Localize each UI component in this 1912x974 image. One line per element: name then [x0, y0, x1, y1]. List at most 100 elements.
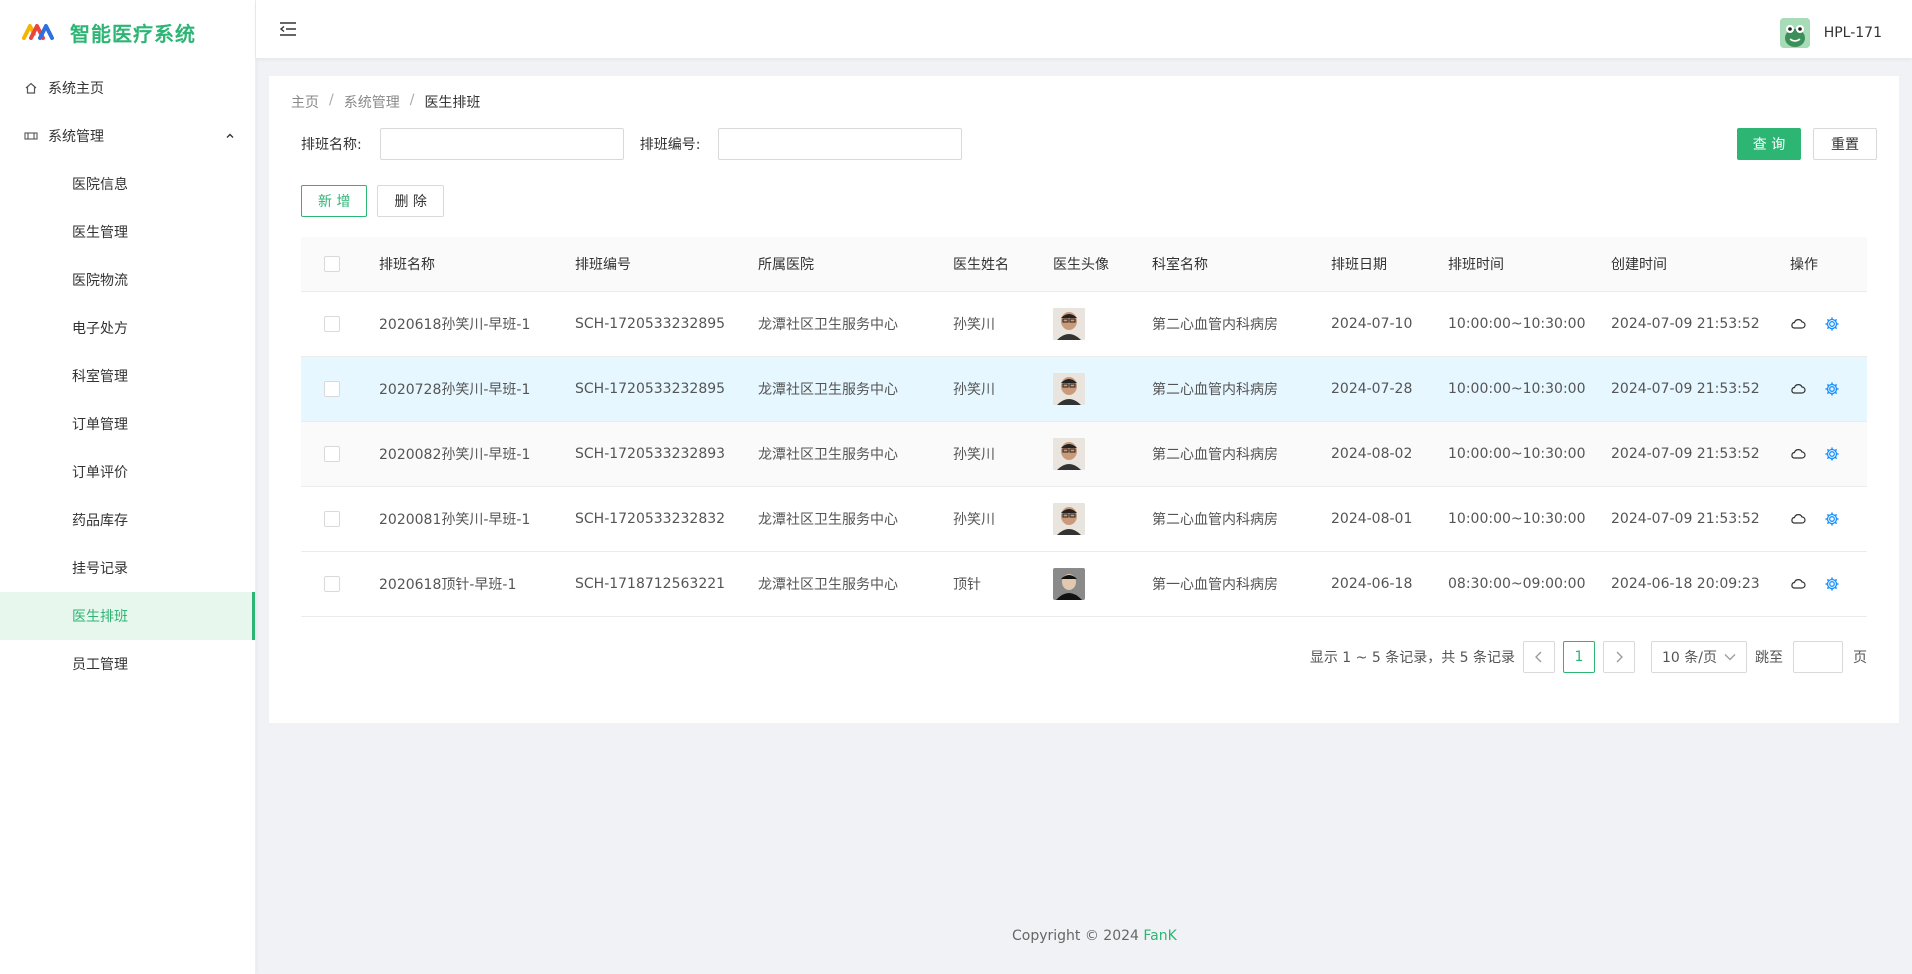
- row-checkbox[interactable]: [324, 380, 340, 397]
- cell-hospital: 龙潭社区卫生服务中心: [758, 486, 953, 552]
- cell-photo: [1053, 486, 1152, 552]
- table-row[interactable]: 2020728孙笑川-早班-1 SCH-1720533232895 龙潭社区卫生…: [301, 356, 1867, 422]
- schedule-code-input[interactable]: [718, 128, 963, 160]
- reset-button[interactable]: 重置: [1813, 128, 1877, 160]
- col-header: 科室名称: [1152, 237, 1331, 292]
- doctor-photo: [1053, 567, 1085, 600]
- cell-code: SCH-1720533232832: [575, 486, 758, 552]
- breadcrumb-separator: /: [409, 92, 415, 108]
- cell-hospital: 龙潭社区卫生服务中心: [758, 356, 953, 422]
- jump-page-input[interactable]: [1793, 641, 1843, 673]
- cell-time: 08:30:00~09:00:00: [1448, 551, 1611, 617]
- cell-ops: [1790, 291, 1867, 357]
- cell-code: SCH-1720533232895: [575, 356, 758, 422]
- sidebar-item-label: 医院信息: [72, 177, 128, 193]
- sidebar-item-order-manage[interactable]: 订单管理: [0, 400, 255, 448]
- cloud-icon[interactable]: [1790, 446, 1806, 462]
- cell-created: 2024-07-09 21:53:52: [1611, 486, 1790, 552]
- breadcrumb-home[interactable]: 主页: [291, 92, 319, 112]
- row-checkbox[interactable]: [324, 510, 340, 527]
- sidebar-submenu: 医院信息 医生管理 医院物流 电子处方 科室管理 订单管理 订单评价 药品库存 …: [0, 160, 255, 688]
- top-header: HPL-171: [256, 0, 1912, 58]
- table-row[interactable]: 2020618顶针-早班-1 SCH-1718712563221 龙潭社区卫生服…: [301, 551, 1867, 617]
- sidebar-item-doctor-manage[interactable]: 医生管理: [0, 208, 255, 256]
- sidebar-item-label: 医生排班: [72, 609, 128, 625]
- menu-fold-icon[interactable]: [278, 20, 298, 38]
- add-button[interactable]: 新 增: [301, 185, 368, 217]
- sidebar-item-staff-manage[interactable]: 员工管理: [0, 640, 255, 688]
- row-checkbox[interactable]: [324, 315, 340, 332]
- cell-time: 10:00:00~10:30:00: [1448, 356, 1611, 422]
- gear-icon[interactable]: [1824, 446, 1840, 462]
- sidebar-item-prescription[interactable]: 电子处方: [0, 304, 255, 352]
- username: HPL-171: [1823, 25, 1882, 41]
- sidebar-item-label: 员工管理: [72, 657, 128, 673]
- cloud-icon[interactable]: [1790, 316, 1806, 332]
- cell-dept: 第二心血管内科病房: [1152, 486, 1331, 552]
- app-title: 智能医疗系统: [70, 21, 196, 46]
- query-button[interactable]: 查 询: [1737, 128, 1801, 160]
- cell-time: 10:00:00~10:30:00: [1448, 291, 1611, 357]
- breadcrumb-section[interactable]: 系统管理: [344, 92, 400, 112]
- delete-button[interactable]: 删 除: [377, 185, 444, 217]
- page-number-button[interactable]: 1: [1563, 641, 1595, 673]
- doctor-photo: [1053, 437, 1085, 470]
- gear-icon[interactable]: [1824, 381, 1840, 397]
- copyright-brand[interactable]: FanK: [1143, 928, 1176, 944]
- col-header: 排班编号: [575, 237, 758, 292]
- sidebar-item-order-review[interactable]: 订单评价: [0, 448, 255, 496]
- chevron-right-icon: [1616, 651, 1623, 663]
- prev-page-button[interactable]: [1523, 641, 1555, 673]
- col-header: 排班时间: [1448, 237, 1611, 292]
- col-header: 所属医院: [758, 237, 953, 292]
- breadcrumb: 主页 / 系统管理 / 医生排班: [291, 92, 480, 112]
- cell-code: SCH-1720533232893: [575, 421, 758, 487]
- schedule-name-input[interactable]: [379, 128, 624, 160]
- table-row[interactable]: 2020081孙笑川-早班-1 SCH-1720533232832 龙潭社区卫生…: [301, 486, 1867, 552]
- row-checkbox[interactable]: [324, 445, 340, 462]
- cell-created: 2024-07-09 21:53:52: [1611, 356, 1790, 422]
- row-select-cell: [301, 486, 379, 552]
- row-checkbox[interactable]: [324, 575, 340, 592]
- sidebar-item-dept-manage[interactable]: 科室管理: [0, 352, 255, 400]
- chevron-left-icon: [1535, 651, 1542, 663]
- cell-dept: 第一心血管内科病房: [1152, 551, 1331, 617]
- sidebar-item-label: 订单管理: [72, 417, 128, 433]
- next-page-button[interactable]: [1603, 641, 1635, 673]
- sidebar-item-registration[interactable]: 挂号记录: [0, 544, 255, 592]
- doctor-photo: [1053, 372, 1085, 405]
- cell-time: 10:00:00~10:30:00: [1448, 421, 1611, 487]
- gear-icon[interactable]: [1824, 316, 1840, 332]
- cell-photo: [1053, 551, 1152, 617]
- select-all-cell: [301, 237, 379, 292]
- table-row[interactable]: 2020618孙笑川-早班-1 SCH-1720533232895 龙潭社区卫生…: [301, 291, 1867, 357]
- col-header: 排班日期: [1331, 237, 1448, 292]
- sidebar-item-hospital-info[interactable]: 医院信息: [0, 160, 255, 208]
- cell-date: 2024-08-01: [1331, 486, 1448, 552]
- cell-ops: [1790, 421, 1867, 487]
- select-all-checkbox[interactable]: [324, 255, 340, 272]
- table-row[interactable]: 2020082孙笑川-早班-1 SCH-1720533232893 龙潭社区卫生…: [301, 421, 1867, 487]
- sidebar-item-drug-stock[interactable]: 药品库存: [0, 496, 255, 544]
- cloud-icon[interactable]: [1790, 511, 1806, 527]
- cell-created: 2024-07-09 21:53:52: [1611, 291, 1790, 357]
- page-size-select[interactable]: 10 条/页: [1651, 641, 1747, 673]
- user-menu[interactable]: HPL-171: [1779, 18, 1882, 48]
- row-select-cell: [301, 356, 379, 422]
- gear-icon[interactable]: [1824, 576, 1840, 592]
- sidebar-item-logistics[interactable]: 医院物流: [0, 256, 255, 304]
- breadcrumb-current: 医生排班: [424, 95, 481, 111]
- app-logo[interactable]: 智能医疗系统: [0, 0, 255, 64]
- cloud-icon[interactable]: [1790, 576, 1806, 592]
- gear-icon[interactable]: [1824, 511, 1840, 527]
- cell-ops: [1790, 551, 1867, 617]
- sidebar-item-home[interactable]: 系统主页: [0, 64, 255, 112]
- sidebar-item-doctor-schedule[interactable]: 医生排班: [0, 592, 255, 640]
- cell-hospital: 龙潭社区卫生服务中心: [758, 421, 953, 487]
- search-form: 排班名称: 排班编号:: [301, 128, 978, 160]
- cell-created: 2024-07-09 21:53:52: [1611, 421, 1790, 487]
- sidebar-group-system[interactable]: 系统管理: [0, 112, 255, 160]
- cell-doctor: 孙笑川: [953, 486, 1053, 552]
- footer-copyright: Copyright © 2024 FanK: [1012, 928, 1177, 944]
- cloud-icon[interactable]: [1790, 381, 1806, 397]
